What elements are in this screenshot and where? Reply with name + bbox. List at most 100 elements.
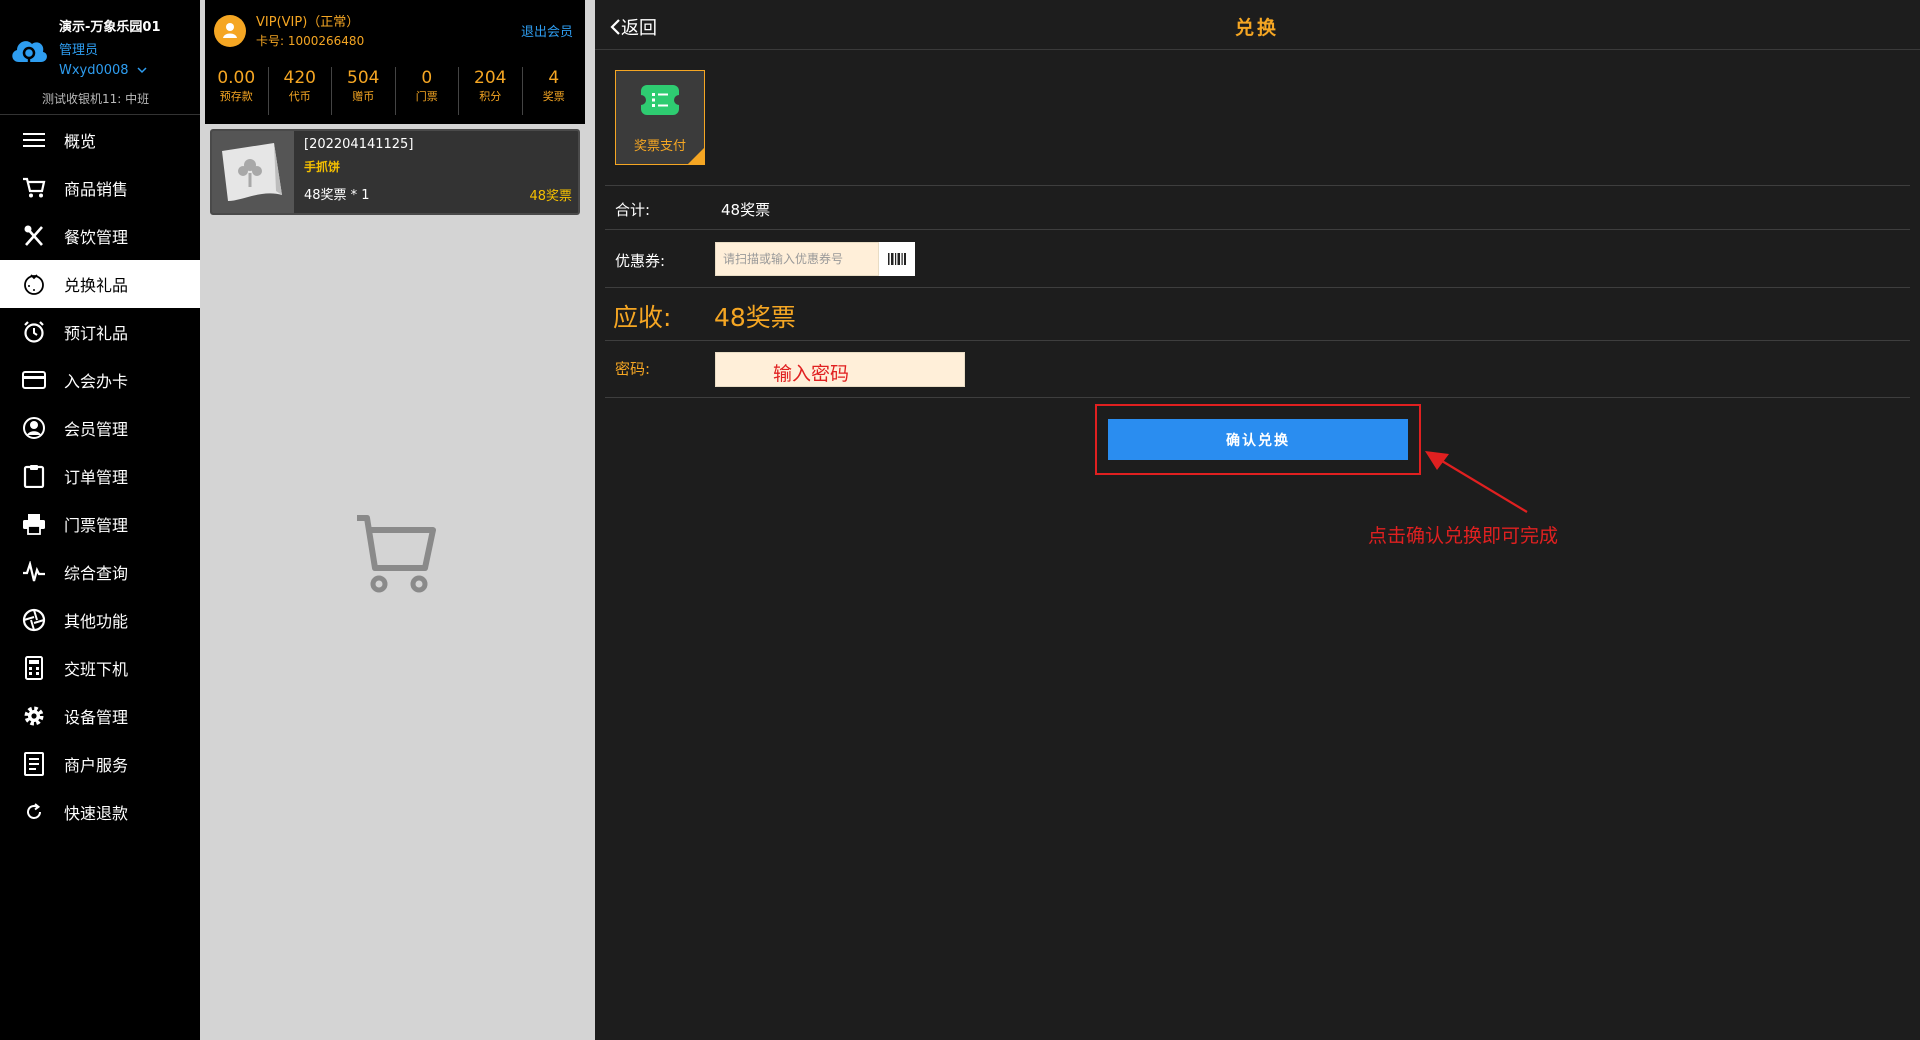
product-code: [202204141125] bbox=[304, 137, 414, 152]
divider bbox=[605, 229, 1910, 230]
stat-label: 门票 bbox=[415, 90, 438, 103]
sidebar-item-overview[interactable]: 概览 bbox=[0, 116, 200, 164]
stat-label: 赠币 bbox=[352, 90, 375, 103]
user-role: 管理员 bbox=[59, 43, 99, 58]
cloud-logo-icon bbox=[12, 41, 47, 63]
stat-label: 代币 bbox=[288, 90, 311, 103]
brand-header: 演示-万象乐园01 管理员 Wxyd0008 测试收银机11: 中班 bbox=[0, 0, 200, 115]
barcode-icon bbox=[888, 253, 906, 265]
coupon-input[interactable] bbox=[715, 242, 879, 276]
cart-item[interactable]: [202204141125] 手抓饼 48奖票 * 1 48奖票 bbox=[210, 129, 580, 215]
product-price: 48奖票 bbox=[529, 189, 572, 204]
sidebar-item-tickets[interactable]: 门票管理 bbox=[0, 500, 200, 548]
pulse-icon bbox=[20, 558, 48, 586]
ticket-payment-button[interactable]: 奖票支付 bbox=[615, 70, 705, 165]
product-quantity: 48奖票 * 1 bbox=[304, 188, 370, 203]
empty-cart-icon bbox=[357, 515, 436, 593]
product-thumbnail bbox=[212, 131, 294, 213]
coupon-label: 优惠券: bbox=[615, 252, 666, 270]
sidebar-item-merchant[interactable]: 商户服务 bbox=[0, 740, 200, 788]
sidebar-item-label: 设备管理 bbox=[64, 708, 129, 727]
chevron-left-icon bbox=[610, 19, 620, 35]
selected-check-icon bbox=[688, 148, 704, 164]
stat-value: 504 bbox=[347, 68, 380, 88]
fork-knife-icon bbox=[20, 222, 48, 250]
member-stats: 0.00 预存款 420 代币 504 赠币 0 门票 204 积分 4 奖票 bbox=[205, 67, 585, 115]
sidebar-item-label: 综合查询 bbox=[64, 564, 129, 583]
sidebar-item-devices[interactable]: 设备管理 bbox=[0, 692, 200, 740]
store-name: 演示-万象乐园01 bbox=[59, 20, 161, 35]
sidebar-item-reserve-gift[interactable]: 预订礼品 bbox=[0, 308, 200, 356]
sidebar-item-label: 商户服务 bbox=[64, 756, 129, 775]
stat-value: 204 bbox=[474, 68, 507, 88]
printer-icon bbox=[20, 510, 48, 538]
stat-value: 4 bbox=[548, 68, 560, 88]
sidebar-item-label: 其他功能 bbox=[64, 612, 129, 631]
sidebar-item-orders[interactable]: 订单管理 bbox=[0, 452, 200, 500]
sidebar-item-query[interactable]: 综合查询 bbox=[0, 548, 200, 596]
sidebar-item-catering[interactable]: 餐饮管理 bbox=[0, 212, 200, 260]
gift-icon bbox=[20, 270, 48, 298]
sidebar-item-redeem-gift[interactable]: 兑换礼品 bbox=[0, 260, 200, 308]
product-name: 手抓饼 bbox=[304, 160, 341, 174]
sidebar-item-refund[interactable]: 快速退款 bbox=[0, 788, 200, 836]
stat-label: 奖票 bbox=[542, 90, 565, 103]
exit-member-button[interactable]: 退出会员 bbox=[521, 21, 573, 40]
sidebar-item-label: 会员管理 bbox=[64, 420, 129, 439]
calculator-icon bbox=[20, 654, 48, 682]
page-title: 兑换 bbox=[1235, 17, 1280, 39]
user-icon bbox=[223, 23, 237, 38]
refresh-icon bbox=[20, 798, 48, 826]
sidebar-item-shift[interactable]: 交班下机 bbox=[0, 644, 200, 692]
alarm-clock-icon bbox=[20, 318, 48, 346]
stat-value: 0 bbox=[421, 68, 433, 88]
username: Wxyd0008 bbox=[59, 63, 129, 78]
sidebar-item-product-sales[interactable]: 商品销售 bbox=[0, 164, 200, 212]
document-icon bbox=[20, 750, 48, 778]
sidebar-nav: 概览 商品销售 餐饮管理 兑换礼品 预订礼品 入会办卡 会员管理 订单管理 门票… bbox=[0, 116, 200, 836]
sidebar-item-members[interactable]: 会员管理 bbox=[0, 404, 200, 452]
stat-tokens: 420 代币 bbox=[267, 67, 332, 115]
sidebar-item-label: 门票管理 bbox=[64, 516, 129, 535]
confirm-redeem-button[interactable]: 确认兑换 bbox=[1108, 419, 1408, 460]
member-panel: VIP(VIP)（正常） 卡号: 1000266480 退出会员 0.00 预存款… bbox=[205, 0, 585, 124]
stat-deposit: 0.00 预存款 bbox=[205, 67, 268, 115]
ticket-icon bbox=[636, 85, 684, 115]
annotation-callout: 点击确认兑换即可完成 bbox=[1368, 525, 1559, 547]
scan-barcode-button[interactable] bbox=[879, 242, 915, 276]
sidebar-item-label: 预订礼品 bbox=[64, 324, 129, 343]
stat-value: 420 bbox=[283, 68, 316, 88]
user-circle-icon bbox=[20, 414, 48, 442]
sidebar-item-other[interactable]: 其他功能 bbox=[0, 596, 200, 644]
redeem-panel: 返回 兑换 奖票支付 合计: 48奖票 优惠券: 应收: 48奖票 密码: 输入… bbox=[595, 0, 1920, 1040]
divider bbox=[605, 340, 1910, 341]
sidebar-item-membership[interactable]: 入会办卡 bbox=[0, 356, 200, 404]
clipboard-icon bbox=[20, 462, 48, 490]
aperture-icon bbox=[20, 606, 48, 634]
total-value: 48奖票 bbox=[721, 201, 771, 219]
stat-points: 204 积分 bbox=[458, 67, 522, 115]
annotation-arrow-icon bbox=[1425, 451, 1528, 513]
divider bbox=[605, 185, 1910, 186]
cart-icon bbox=[20, 174, 48, 202]
password-annotation: 输入密码 bbox=[773, 363, 850, 385]
stat-bonus-coins: 504 赠币 bbox=[331, 67, 395, 115]
back-label: 返回 bbox=[621, 18, 657, 39]
top-bar: 返回 兑换 bbox=[595, 0, 1920, 50]
amount-due-value: 48奖票 bbox=[714, 303, 796, 332]
gear-icon bbox=[20, 702, 48, 730]
sidebar: 演示-万象乐园01 管理员 Wxyd0008 测试收银机11: 中班 概览 商品… bbox=[0, 0, 200, 1040]
menu-icon bbox=[20, 126, 48, 154]
divider bbox=[605, 287, 1910, 288]
stat-label: 预存款 bbox=[219, 90, 253, 103]
sidebar-item-label: 入会办卡 bbox=[64, 372, 129, 391]
sidebar-item-label: 概览 bbox=[64, 132, 97, 151]
stat-lottery-tickets: 4 奖票 bbox=[521, 67, 586, 115]
user-switcher[interactable]: Wxyd0008 bbox=[59, 63, 147, 78]
back-button[interactable]: 返回 bbox=[609, 14, 657, 40]
avatar bbox=[214, 15, 246, 47]
member-card-number: 卡号: 1000266480 bbox=[256, 34, 365, 48]
cart-panel: [202204141125] 手抓饼 48奖票 * 1 48奖票 bbox=[205, 124, 585, 1040]
sidebar-item-label: 快速退款 bbox=[64, 804, 129, 823]
terminal-info: 测试收银机11: 中班 bbox=[42, 92, 150, 106]
